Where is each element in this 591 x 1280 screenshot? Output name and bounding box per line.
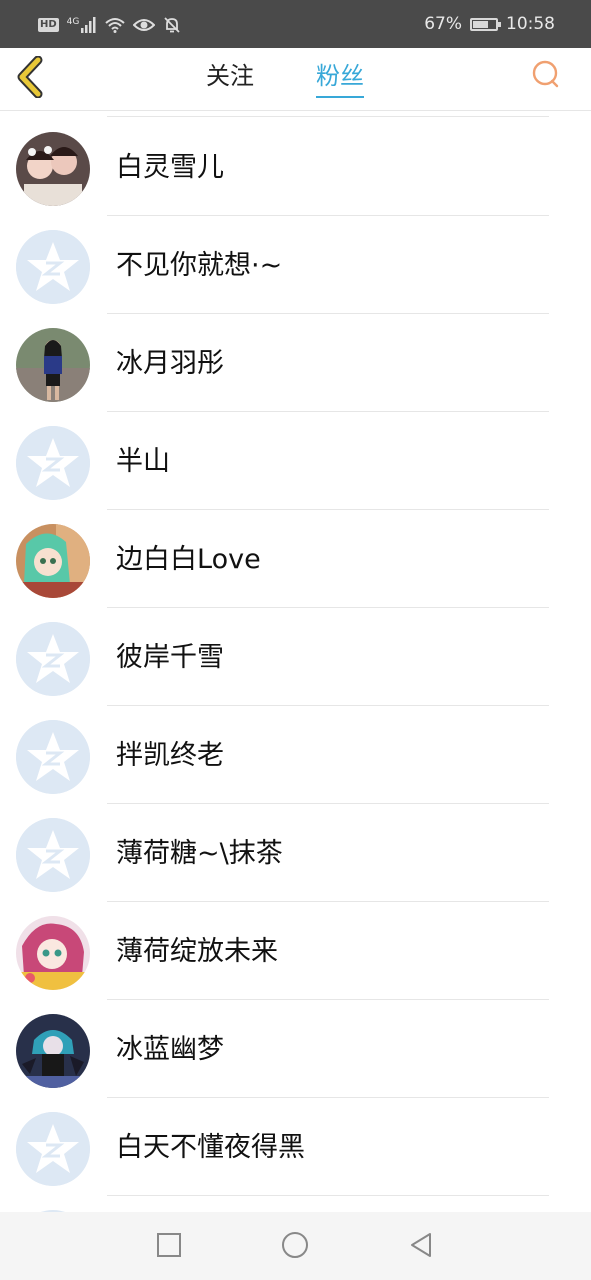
- list-item-fan[interactable]: 冰蓝幽梦: [0, 1000, 591, 1098]
- status-icons-left: HD 4G: [38, 14, 181, 36]
- search-icon: [532, 60, 559, 88]
- default-qq-avatar-icon[interactable]: [16, 426, 90, 500]
- home-circle-icon: [282, 1232, 308, 1258]
- fan-name: 彼岸千雪: [116, 642, 224, 673]
- network-type-label: 4G: [66, 17, 80, 27]
- home-button[interactable]: [280, 1230, 310, 1260]
- default-qq-avatar-icon[interactable]: [16, 230, 90, 304]
- list-item-fan[interactable]: 白灵雪儿: [0, 118, 591, 216]
- default-qq-avatar-icon[interactable]: [16, 818, 90, 892]
- top-navigation-bar: 关注 粉丝: [0, 48, 591, 111]
- clock: 10:58: [506, 14, 555, 34]
- list-item-fan[interactable]: 薄荷绽放未来: [0, 902, 591, 1000]
- battery-fill: [473, 20, 488, 28]
- battery-percent: 67%: [424, 14, 462, 34]
- back-button[interactable]: [14, 55, 48, 99]
- list-item-fan[interactable]: 半山: [0, 412, 591, 510]
- recents-square-icon: [157, 1233, 181, 1257]
- status-icons-right: 67% 10:58: [424, 12, 555, 36]
- fan-name: 半山: [116, 446, 170, 477]
- system-back-button[interactable]: [406, 1230, 436, 1260]
- fan-name: 边白白Love: [116, 544, 261, 575]
- fan-name: 冰月羽彤: [116, 348, 224, 379]
- recents-button[interactable]: [154, 1230, 184, 1260]
- fan-name: 薄荷绽放未来: [116, 936, 278, 967]
- avatar[interactable]: [16, 1014, 90, 1088]
- fan-name: 冰蓝幽梦: [116, 1034, 224, 1065]
- fan-name: 薄荷糖~\抹茶: [116, 838, 283, 869]
- list-item-fan[interactable]: 彼岸千雪: [0, 608, 591, 706]
- divider: [107, 116, 549, 117]
- default-qq-avatar-icon[interactable]: [16, 622, 90, 696]
- fan-name: 白天不懂夜得黑: [116, 1132, 305, 1163]
- search-button[interactable]: [531, 60, 561, 90]
- signal-icon: 4G: [67, 17, 98, 33]
- list-item-fan[interactable]: 薄荷糖~\抹茶: [0, 804, 591, 902]
- fan-name: 白灵雪儿: [116, 152, 224, 183]
- fan-name: 拌凯终老: [116, 740, 224, 771]
- chevron-left-icon: [17, 55, 43, 99]
- list-item-fan[interactable]: 拌凯终老: [0, 706, 591, 804]
- back-triangle-icon: [411, 1233, 431, 1257]
- tab-following[interactable]: 关注: [206, 60, 254, 96]
- mute-bell-icon: [164, 17, 181, 33]
- list-item-fan[interactable]: 不见你就想·~: [0, 216, 591, 314]
- status-bar: HD 4G 67% 10:58: [0, 0, 591, 48]
- avatar[interactable]: [16, 916, 90, 990]
- default-qq-avatar-icon[interactable]: [16, 720, 90, 794]
- system-navigation-bar: [0, 1212, 591, 1280]
- fan-name: 不见你就想·~: [116, 250, 283, 281]
- hd-badge: HD: [38, 18, 59, 32]
- avatar[interactable]: [16, 328, 90, 402]
- list-item-fan[interactable]: 白天不懂夜得黑: [0, 1098, 591, 1196]
- battery-icon: [470, 17, 501, 31]
- avatar[interactable]: [16, 132, 90, 206]
- tab-fans[interactable]: 粉丝: [316, 60, 364, 98]
- default-qq-avatar-icon[interactable]: [16, 1112, 90, 1186]
- list-item-fan[interactable]: 冰月羽彤: [0, 314, 591, 412]
- eye-icon: [133, 19, 156, 31]
- avatar[interactable]: [16, 524, 90, 598]
- list-item-fan[interactable]: 边白白Love: [0, 510, 591, 608]
- wifi-icon: [105, 18, 126, 33]
